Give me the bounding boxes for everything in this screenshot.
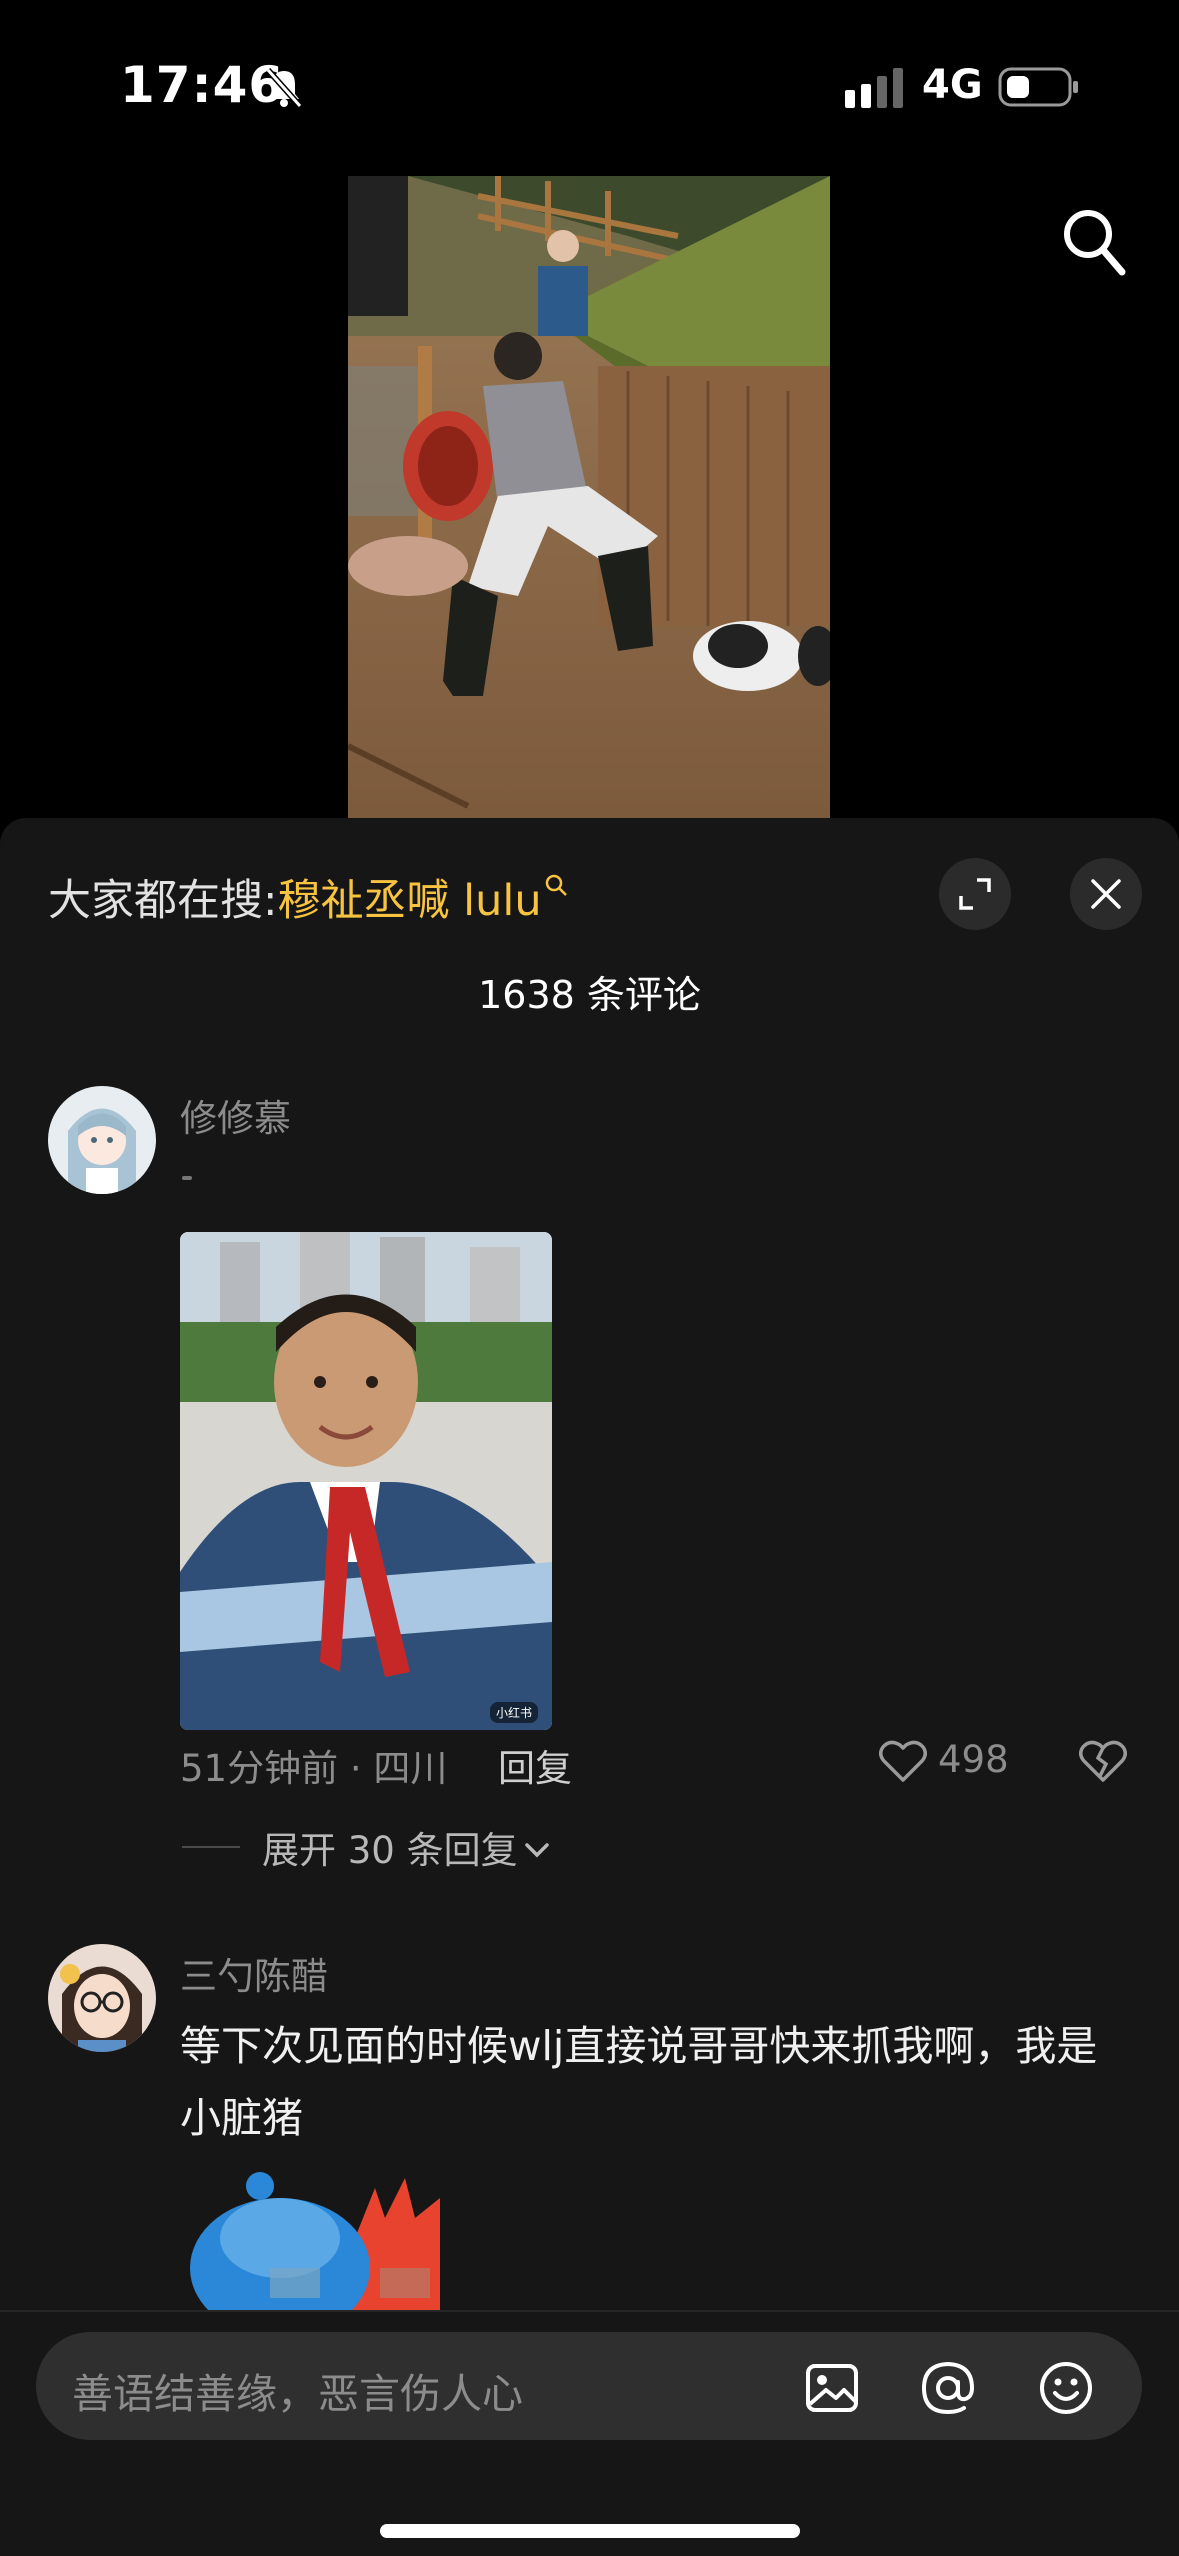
anime-girl-avatar (48, 1086, 156, 1194)
battery-icon (998, 67, 1078, 107)
comment-text-dot (182, 1176, 192, 1180)
emoji-icon[interactable] (1038, 2360, 1094, 2416)
like-count: 498 (938, 1738, 1009, 1781)
small-search-icon (545, 874, 567, 896)
comment-username[interactable]: 修修慕 (180, 1088, 291, 1142)
comment-count: 1638 条评论 (478, 973, 701, 1017)
home-indicator (380, 2524, 800, 2538)
input-placeholder: 善语结善缘，恶言伤人心 (72, 2370, 523, 2418)
chevron-down-icon (524, 1843, 549, 1858)
comment-input-bar: 善语结善缘，恶言伤人心 (0, 2310, 1179, 2556)
image-icon[interactable] (804, 2360, 860, 2416)
heart-icon[interactable] (878, 1738, 928, 1784)
photo-watermark: 小红书 (490, 1702, 539, 1723)
sticker-image[interactable] (180, 2158, 480, 2318)
video-player[interactable] (348, 176, 830, 818)
comment-text: 等下次见面的时候wlj直接说哥哥快来抓我啊，我是小脏猪 (180, 2022, 1098, 2142)
comment-sheet: 大家都在搜:穆祉丞喊 lulu 1638 条评论 修修慕 小红书 51分钟前 ·… (0, 818, 1179, 2556)
expand-replies-button[interactable]: 展开 30 条回复 (262, 1820, 550, 1874)
status-time: 17:46 (120, 56, 285, 114)
trending-keyword[interactable]: 穆祉丞喊 lulu (278, 876, 542, 926)
comment-username[interactable]: 三勺陈醋 (180, 1946, 328, 2000)
girl-glasses-avatar (48, 1944, 156, 2052)
trending-search[interactable]: 大家都在搜:穆祉丞喊 lulu (48, 866, 568, 928)
signal-icon (845, 68, 903, 108)
at-icon[interactable] (920, 2360, 976, 2416)
avatar[interactable] (48, 1944, 156, 2052)
status-bar: 17:46 4G (0, 0, 1179, 170)
comment-time-location: 51分钟前 · 四川 (180, 1747, 448, 1790)
avatar[interactable] (48, 1086, 156, 1194)
network-type: 4G (922, 62, 983, 108)
trending-prefix: 大家都在搜: (48, 876, 278, 926)
expand-divider (182, 1846, 240, 1848)
broken-heart-icon[interactable] (1078, 1738, 1128, 1784)
expand-replies-label: 展开 30 条回复 (262, 1829, 518, 1872)
expand-button[interactable] (939, 858, 1011, 930)
expand-icon (959, 878, 991, 910)
video-frame (348, 176, 830, 818)
boy-photo (180, 1232, 552, 1730)
close-button[interactable] (1070, 858, 1142, 930)
reply-button[interactable]: 回复 (498, 1738, 572, 1792)
search-icon[interactable] (1060, 206, 1128, 278)
comment-image[interactable]: 小红书 (180, 1232, 552, 1730)
comment-input[interactable]: 善语结善缘，恶言伤人心 (36, 2332, 1142, 2440)
bell-muted-icon (265, 68, 303, 108)
close-icon (1091, 879, 1121, 909)
